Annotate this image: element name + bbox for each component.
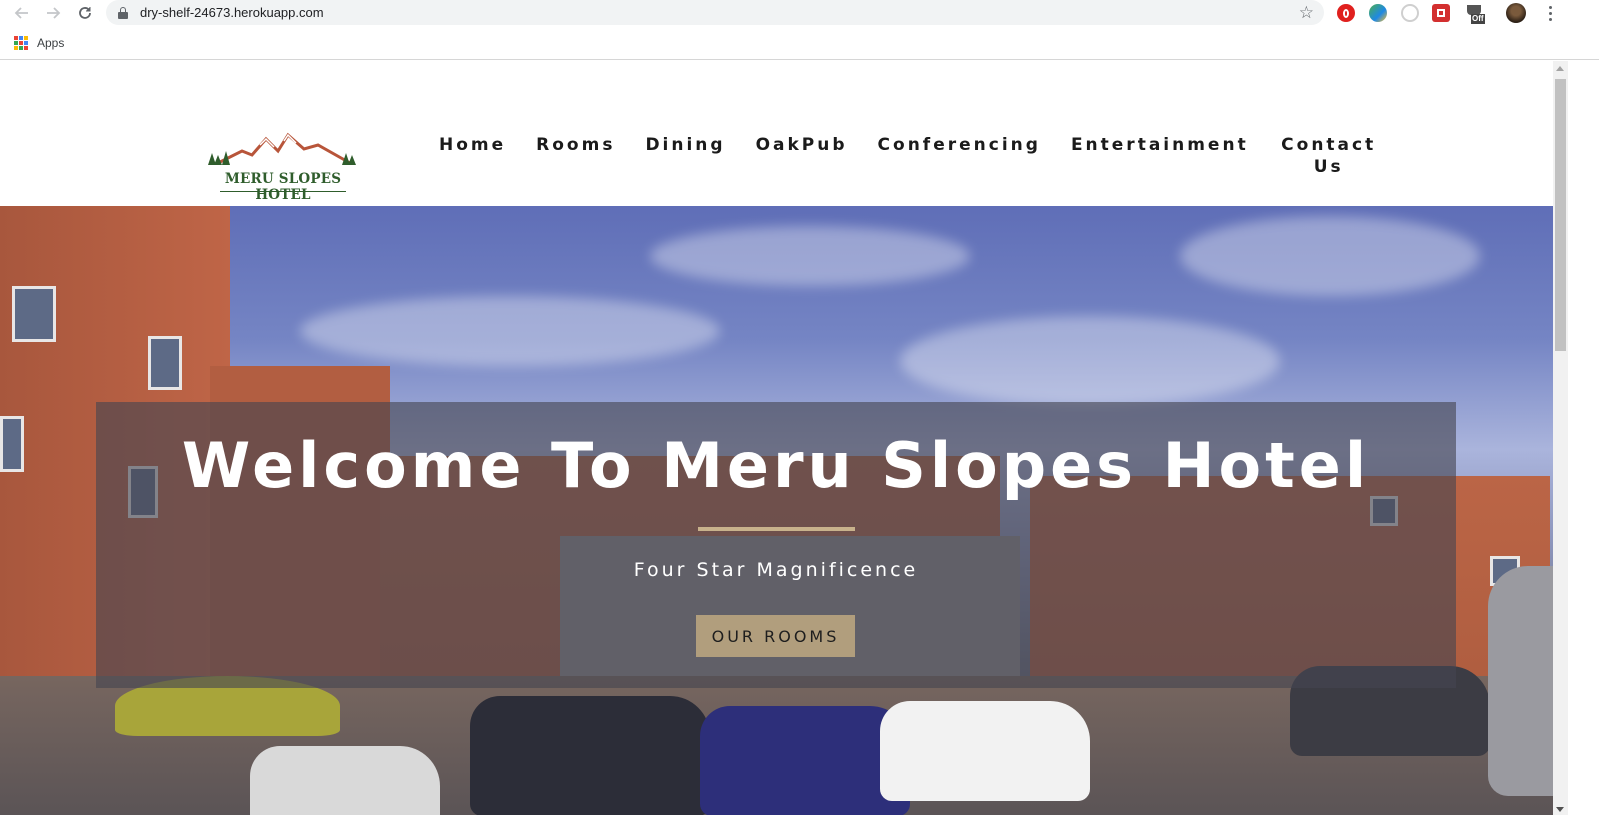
logo-text: MERU SLOPES HOTEL: [224, 171, 342, 203]
coffee-off-extension-icon[interactable]: Off: [1465, 5, 1487, 24]
site-header: MERU SLOPES HOTEL Home Rooms Dining OakP…: [0, 61, 1553, 206]
bookmarks-bar: Apps: [0, 26, 1599, 60]
address-bar[interactable]: dry-shelf-24673.herokuapp.com ☆: [106, 0, 1324, 25]
hotel-logo[interactable]: MERU SLOPES HOTEL: [200, 131, 365, 203]
forward-button[interactable]: [37, 0, 69, 26]
main-navigation: Home Rooms Dining OakPub Conferencing En…: [420, 134, 1409, 184]
nav-entertainment[interactable]: Entertainment: [1071, 134, 1249, 156]
apps-grid-icon[interactable]: [14, 35, 28, 50]
circle-extension-icon[interactable]: [1401, 4, 1419, 22]
hero-divider: [698, 527, 855, 531]
nav-rooms[interactable]: Rooms: [536, 134, 615, 156]
hero-title: Welcome To Meru Slopes Hotel: [181, 429, 1371, 502]
back-button[interactable]: [6, 0, 38, 26]
our-rooms-button[interactable]: OUR ROOMS: [696, 615, 855, 657]
nav-home[interactable]: Home: [439, 134, 506, 156]
nav-conferencing[interactable]: Conferencing: [878, 134, 1041, 156]
reload-button[interactable]: [69, 0, 101, 26]
red-extension-icon[interactable]: [1432, 4, 1450, 22]
logo-underline: [220, 191, 346, 192]
reload-icon: [79, 7, 91, 19]
mountain-logo-icon: [208, 132, 356, 165]
nav-contact-us[interactable]: Contact Us: [1279, 134, 1379, 178]
window-right-gutter: [1568, 61, 1599, 815]
page-scrollbar[interactable]: [1553, 61, 1568, 815]
profile-avatar[interactable]: [1506, 3, 1526, 23]
bookmark-star-icon[interactable]: ☆: [1299, 3, 1314, 23]
scroll-up-arrow-icon[interactable]: [1556, 66, 1564, 71]
nav-dining[interactable]: Dining: [645, 134, 725, 156]
hero-subtitle: Four Star Magnificence: [633, 559, 919, 581]
hero-banner: Welcome To Meru Slopes Hotel Four Star M…: [0, 206, 1553, 815]
page-viewport: MERU SLOPES HOTEL Home Rooms Dining OakP…: [0, 61, 1553, 815]
globe-extension-icon[interactable]: [1369, 4, 1387, 22]
opera-extension-icon[interactable]: [1337, 4, 1355, 22]
url-text: dry-shelf-24673.herokuapp.com: [140, 5, 324, 20]
nav-oakpub[interactable]: OakPub: [756, 134, 848, 156]
apps-bookmark-label[interactable]: Apps: [37, 36, 64, 50]
arrow-left-icon: [14, 7, 28, 19]
arrow-right-icon: [47, 7, 61, 19]
extension-off-badge: Off: [1471, 14, 1485, 24]
lock-icon: [118, 6, 128, 19]
scrollbar-thumb[interactable]: [1555, 79, 1566, 351]
scroll-down-arrow-icon[interactable]: [1556, 807, 1564, 812]
browser-menu-icon[interactable]: [1540, 2, 1560, 24]
browser-toolbar: dry-shelf-24673.herokuapp.com ☆ Off: [0, 0, 1599, 26]
